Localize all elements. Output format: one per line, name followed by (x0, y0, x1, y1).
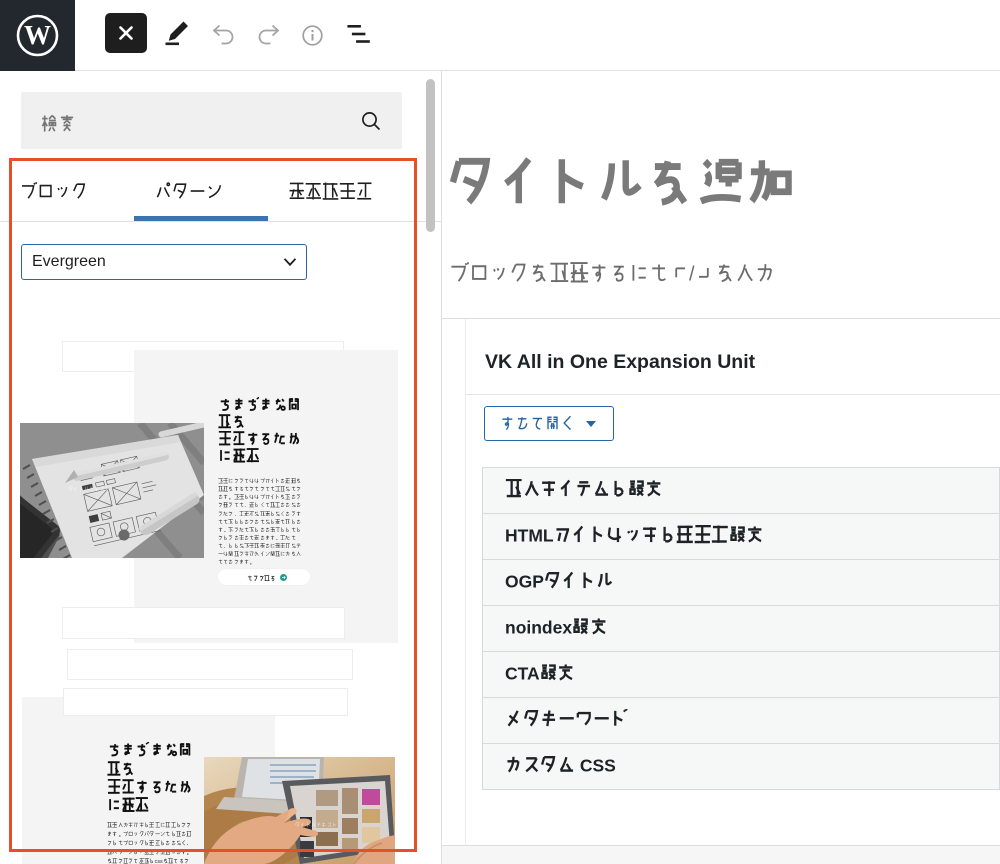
svg-text:W: W (24, 20, 51, 50)
